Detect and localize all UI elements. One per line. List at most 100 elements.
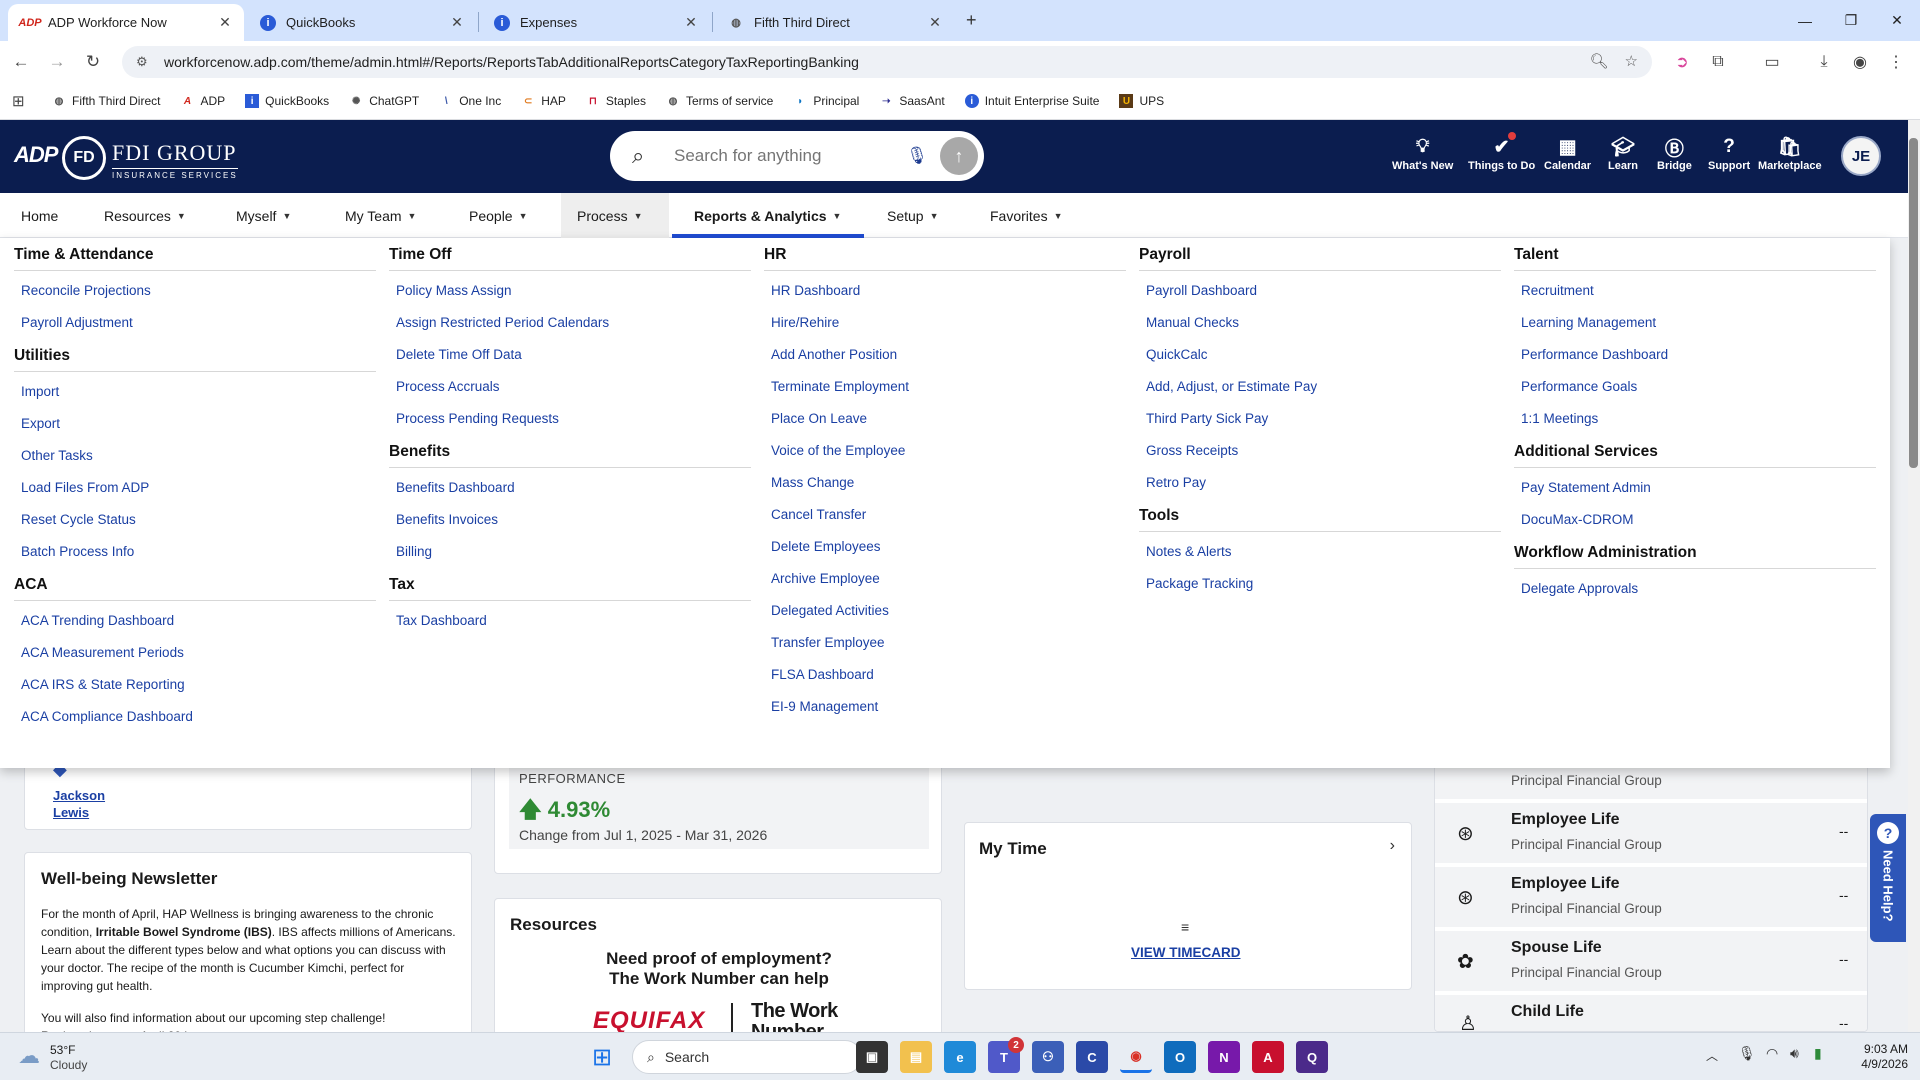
apps-grid-icon[interactable]: ⊞	[12, 92, 42, 110]
menu-link-billing[interactable]: Billing	[389, 536, 751, 568]
bookmark-one-inc[interactable]: \ One Inc	[429, 87, 511, 115]
weather-widget[interactable]: 53°F Cloudy	[50, 1043, 87, 1073]
contact-name-link[interactable]: Jackson Lewis	[53, 787, 105, 821]
menu-link-documax-cdrom[interactable]: DocuMax-CDROM	[1514, 504, 1876, 536]
menu-link-learning-management[interactable]: Learning Management	[1514, 307, 1876, 339]
menu-link-recruitment[interactable]: Recruitment	[1514, 275, 1876, 307]
menu-link-add-adjust-estimate-pay[interactable]: Add, Adjust, or Estimate Pay	[1139, 371, 1501, 403]
bookmark-chatgpt[interactable]: ✺ ChatGPT	[339, 87, 429, 115]
file-explorer-icon[interactable]: ▤	[900, 1041, 932, 1073]
bookmark-principal[interactable]: ◗ Principal	[783, 87, 869, 115]
chevron-up-icon[interactable]: ︿	[1706, 1047, 1718, 1064]
menu-link-pay-statement-admin[interactable]: Pay Statement Admin	[1514, 472, 1876, 504]
c-app-icon[interactable]: C	[1076, 1041, 1108, 1073]
adp-logo[interactable]: ADP	[14, 142, 58, 168]
profile-icon[interactable]: ◉	[1848, 50, 1872, 74]
chevron-right-icon[interactable]: ›	[1390, 837, 1395, 855]
tab-expenses[interactable]: i Expenses ✕	[480, 4, 710, 41]
battery-icon[interactable]: ▮	[1814, 1045, 1822, 1062]
taskbar-search[interactable]: ⌕ Search	[632, 1040, 862, 1074]
bookmark-intuit[interactable]: i Intuit Enterprise Suite	[955, 87, 1110, 115]
menu-link-load-files[interactable]: Load Files From ADP	[14, 472, 376, 504]
nav-myself[interactable]: Myself ▼	[224, 193, 303, 238]
menu-link-quickcalc[interactable]: QuickCalc	[1139, 339, 1501, 371]
menu-link-policy-mass-assign[interactable]: Policy Mass Assign	[389, 275, 751, 307]
menu-link-ei9-management[interactable]: EI-9 Management	[764, 691, 1126, 723]
scrollbar-thumb[interactable]	[1909, 138, 1918, 468]
forward-icon[interactable]: →	[44, 49, 70, 75]
menu-link-third-party-sick-pay[interactable]: Third Party Sick Pay	[1139, 403, 1501, 435]
chrome-icon[interactable]: ◉	[1120, 1041, 1152, 1073]
tab-fifth-third-direct[interactable]: ◍ Fifth Third Direct ✕	[714, 4, 954, 41]
restore-icon[interactable]: ❐	[1828, 0, 1874, 41]
things-to-do-button[interactable]: ✔ Things to Do	[1468, 132, 1535, 172]
media-icon[interactable]: ▭	[1760, 50, 1784, 74]
menu-link-aca-trending[interactable]: ACA Trending Dashboard	[14, 605, 376, 637]
puzzle-icon[interactable]: ⧉	[1706, 50, 1730, 74]
onenote-icon[interactable]: N	[1208, 1041, 1240, 1073]
task-view-icon[interactable]: ▣	[856, 1041, 888, 1073]
minimize-icon[interactable]: —	[1782, 0, 1828, 41]
wifi-icon[interactable]: ◠	[1766, 1045, 1778, 1062]
menu-link-reset-cycle-status[interactable]: Reset Cycle Status	[14, 504, 376, 536]
menu-link-reconcile-projections[interactable]: Reconcile Projections	[14, 275, 376, 307]
bookmark-hap[interactable]: ⊂ HAP	[511, 87, 576, 115]
menu-link-hire-rehire[interactable]: Hire/Rehire	[764, 307, 1126, 339]
menu-link-mass-change[interactable]: Mass Change	[764, 467, 1126, 499]
microphone-icon[interactable]: 🎙︎	[1738, 1045, 1756, 1062]
menu-link-aca-compliance[interactable]: ACA Compliance Dashboard	[14, 701, 376, 733]
menu-link-aca-measurement[interactable]: ACA Measurement Periods	[14, 637, 376, 669]
nav-favorites[interactable]: Favorites ▼	[978, 193, 1075, 238]
close-window-icon[interactable]: ✕	[1874, 0, 1920, 41]
bookmark-terms-of-service[interactable]: ◍ Terms of service	[656, 87, 783, 115]
menu-link-batch-process-info[interactable]: Batch Process Info	[14, 536, 376, 568]
menu-link-transfer-employee[interactable]: Transfer Employee	[764, 627, 1126, 659]
bookmark-fifth-third[interactable]: ◍ Fifth Third Direct	[42, 87, 170, 115]
learn-button[interactable]: 🎓︎ Learn	[1608, 134, 1638, 172]
menu-link-manual-checks[interactable]: Manual Checks	[1139, 307, 1501, 339]
edge-icon[interactable]: e	[944, 1041, 976, 1073]
address-bar[interactable]: ⚙ workforcenow.adp.com/theme/admin.html#…	[122, 46, 1652, 78]
menu-link-import[interactable]: Import	[14, 376, 376, 408]
menu-link-retro-pay[interactable]: Retro Pay	[1139, 467, 1501, 499]
menu-link-terminate-employment[interactable]: Terminate Employment	[764, 371, 1126, 403]
menu-kebab-icon[interactable]: ⋮	[1884, 50, 1908, 74]
menu-link-delete-time-off[interactable]: Delete Time Off Data	[389, 339, 751, 371]
menu-link-benefits-invoices[interactable]: Benefits Invoices	[389, 504, 751, 536]
list-item[interactable]: ⊛ Employee Life Principal Financial Grou…	[1435, 867, 1867, 927]
app-icon[interactable]: Q	[1296, 1041, 1328, 1073]
close-icon[interactable]: ✕	[448, 14, 466, 31]
menu-link-voice-of-employee[interactable]: Voice of the Employee	[764, 435, 1126, 467]
menu-link-hr-dashboard[interactable]: HR Dashboard	[764, 275, 1126, 307]
close-icon[interactable]: ✕	[682, 14, 700, 31]
menu-link-payroll-adjustment[interactable]: Payroll Adjustment	[14, 307, 376, 339]
bookmark-adp[interactable]: A ADP	[170, 87, 235, 115]
menu-link-flsa-dashboard[interactable]: FLSA Dashboard	[764, 659, 1126, 691]
close-icon[interactable]: ✕	[216, 14, 234, 31]
avatar[interactable]: JE	[1841, 136, 1881, 176]
menu-link-place-on-leave[interactable]: Place On Leave	[764, 403, 1126, 435]
menu-link-add-position[interactable]: Add Another Position	[764, 339, 1126, 371]
menu-link-benefits-dashboard[interactable]: Benefits Dashboard	[389, 472, 751, 504]
outlook-icon[interactable]: O	[1164, 1041, 1196, 1073]
back-icon[interactable]: ←	[8, 49, 34, 75]
people-app-icon[interactable]: ⚇	[1032, 1041, 1064, 1073]
menu-link-other-tasks[interactable]: Other Tasks	[14, 440, 376, 472]
bridge-button[interactable]: Ⓑ Bridge	[1657, 134, 1692, 173]
acrobat-icon[interactable]: A	[1252, 1041, 1284, 1073]
menu-link-payroll-dashboard[interactable]: Payroll Dashboard	[1139, 275, 1501, 307]
reload-icon[interactable]: ↻	[80, 49, 106, 75]
whats-new-button[interactable]: 💡︎ What's New	[1392, 134, 1453, 172]
nav-home[interactable]: Home	[9, 193, 70, 238]
nav-resources[interactable]: Resources ▼	[92, 193, 198, 238]
menu-link-process-accruals[interactable]: Process Accruals	[389, 371, 751, 403]
microphone-icon[interactable]: 🎙︎	[902, 146, 932, 166]
nav-people[interactable]: People ▼	[457, 193, 540, 238]
zoom-icon[interactable]: 🔍︎	[1590, 52, 1609, 70]
need-help-button[interactable]: ? Need Help?	[1870, 814, 1906, 942]
download-icon[interactable]: ⤓	[1812, 50, 1836, 74]
nav-my-team[interactable]: My Team ▼	[333, 193, 428, 238]
menu-link-process-pending[interactable]: Process Pending Requests	[389, 403, 751, 435]
teams-icon[interactable]: T2	[988, 1037, 1024, 1073]
close-icon[interactable]: ✕	[926, 14, 944, 31]
